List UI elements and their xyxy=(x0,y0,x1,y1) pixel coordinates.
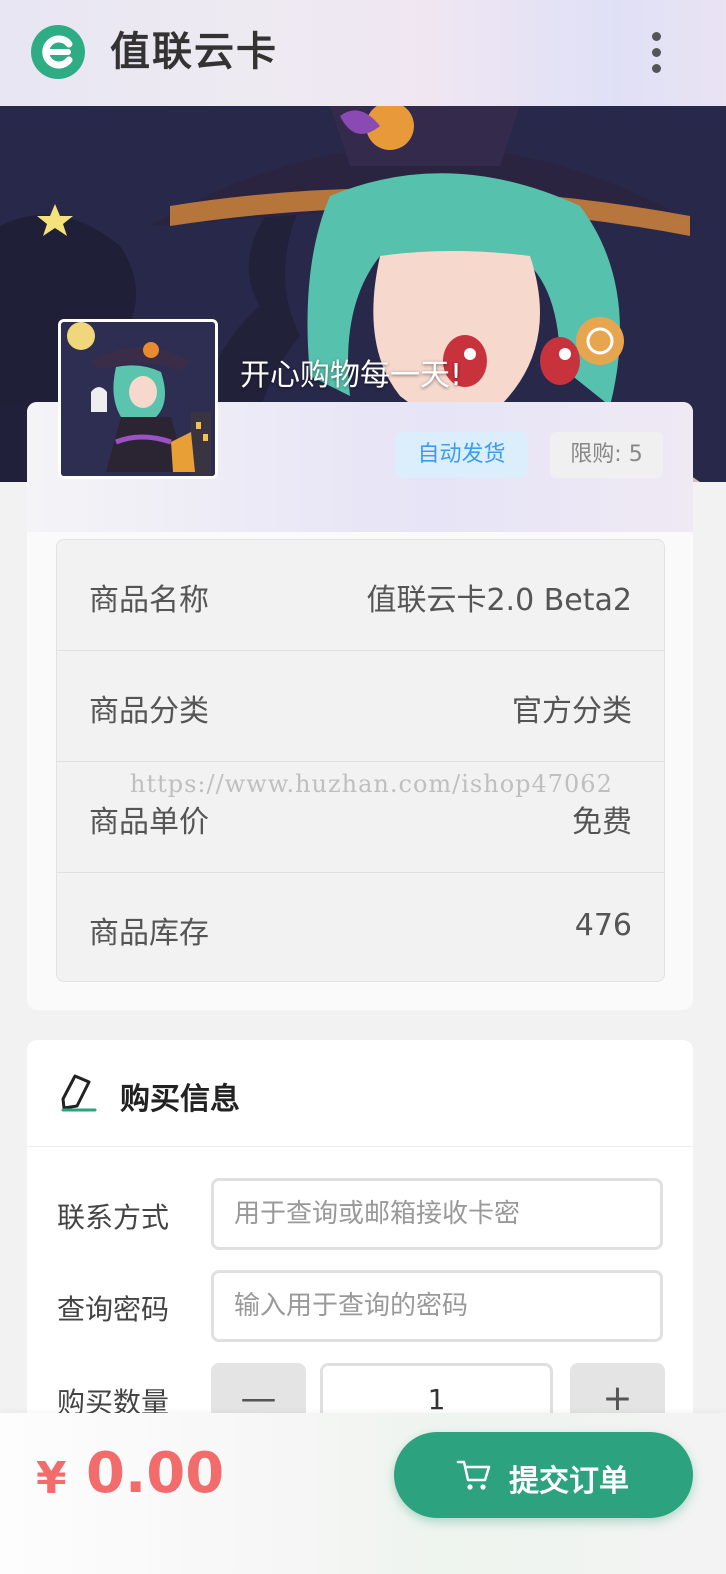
total-price: 0.00 xyxy=(86,1441,225,1506)
info-row-category: 商品分类 官方分类 xyxy=(57,651,664,762)
contact-row: 联系方式 xyxy=(27,1178,693,1250)
logo-icon[interactable] xyxy=(31,25,85,79)
product-category-value: 官方分类 xyxy=(512,694,632,729)
auto-delivery-badge: 自动发货 xyxy=(395,432,528,478)
product-price-value: 免费 xyxy=(572,805,632,840)
checkout-bar: ¥ 0.00 提交订单 xyxy=(0,1413,726,1574)
info-row-name: 商品名称 值联云卡2.0 Beta2 xyxy=(57,540,664,651)
product-thumbnail xyxy=(58,319,218,479)
purchase-card-title: 购买信息 xyxy=(120,1082,240,1117)
submit-order-button[interactable]: 提交订单 xyxy=(394,1432,693,1518)
product-stock-value: 476 xyxy=(574,908,632,943)
product-card: 自动发货 限购: 5 商品名称 值联云卡2.0 Beta2 商品分类 官方分类 … xyxy=(27,402,693,1010)
more-vertical-icon[interactable] xyxy=(646,32,666,76)
product-name-value: 值联云卡2.0 Beta2 xyxy=(366,583,632,618)
query-password-input[interactable] xyxy=(211,1270,663,1342)
cart-icon xyxy=(456,1460,491,1490)
watermark-text: https://www.huzhan.com/ishop47062 xyxy=(130,770,613,798)
password-label: 查询密码 xyxy=(57,1293,170,1326)
contact-input[interactable] xyxy=(211,1178,663,1250)
info-label: 商品分类 xyxy=(89,694,209,729)
info-label: 商品名称 xyxy=(89,583,209,618)
contact-label: 联系方式 xyxy=(57,1201,170,1234)
currency-symbol: ¥ xyxy=(36,1453,67,1504)
purchase-limit-badge: 限购: 5 xyxy=(550,432,663,478)
info-label: 商品库存 xyxy=(89,916,209,951)
purchase-card-header: 购买信息 xyxy=(27,1040,693,1147)
app-title: 值联云卡 xyxy=(110,29,278,75)
edit-pen-icon xyxy=(61,1074,97,1112)
purchase-info-card: 购买信息 联系方式 查询密码 购买数量 — + xyxy=(27,1040,693,1460)
product-info-table: 商品名称 值联云卡2.0 Beta2 商品分类 官方分类 商品单价 免费 商品库… xyxy=(56,539,665,982)
info-label: 商品单价 xyxy=(89,805,209,840)
password-row: 查询密码 xyxy=(27,1270,693,1342)
submit-order-label: 提交订单 xyxy=(509,1464,629,1499)
banner-slogan: 开心购物每一天! xyxy=(240,358,463,393)
top-bar: 值联云卡 xyxy=(0,0,726,106)
info-row-stock: 商品库存 476 xyxy=(57,873,664,981)
